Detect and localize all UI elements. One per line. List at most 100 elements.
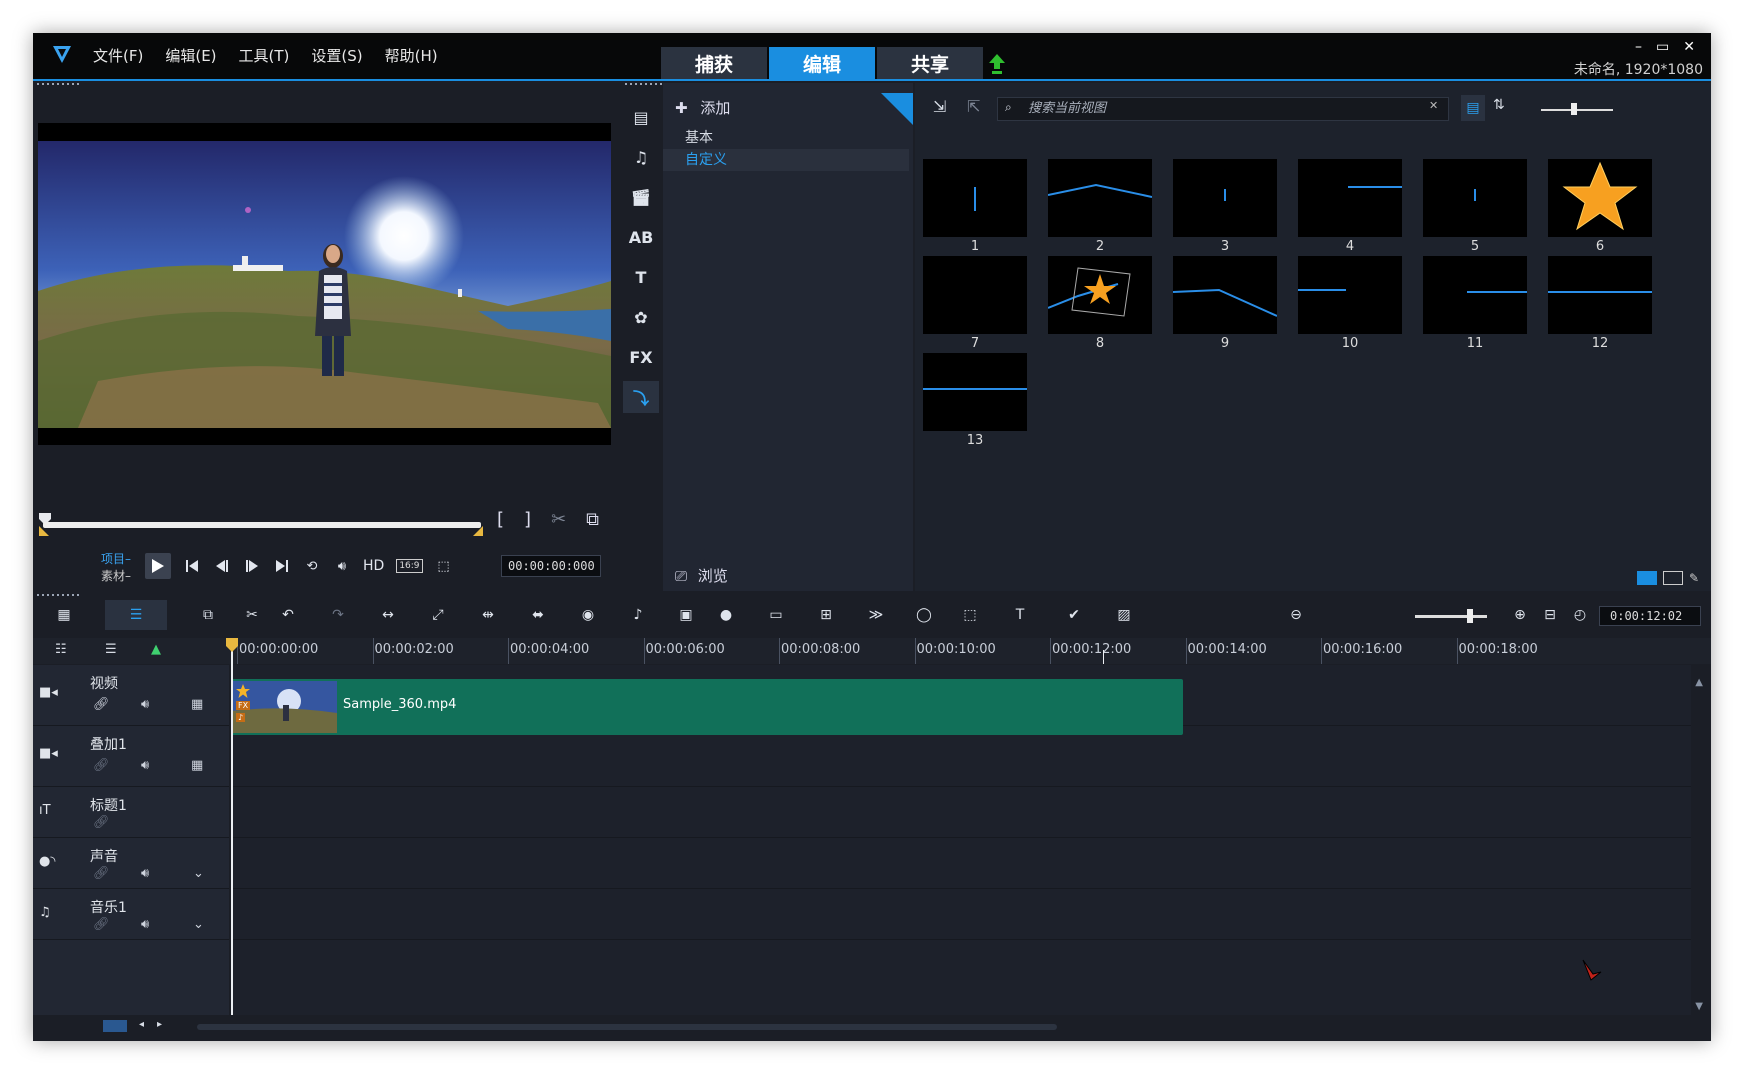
mask-icon[interactable]: ◉ <box>577 605 599 625</box>
redo-icon[interactable]: ↷ <box>327 605 349 625</box>
undo-icon[interactable]: ↶ <box>277 605 299 625</box>
thumbnail-size-slider[interactable] <box>1541 109 1613 111</box>
mute-icon[interactable]: 🔊︎ <box>141 917 149 932</box>
music-track[interactable] <box>231 889 1691 940</box>
enlarge-preview-icon[interactable]: ⧉ <box>586 509 599 530</box>
subtitle-icon[interactable]: ▭ <box>765 605 787 625</box>
rippling-icon[interactable]: ▦ <box>191 697 203 712</box>
mark-in-button[interactable]: [ <box>497 509 504 530</box>
video-mask-icon[interactable]: ✔ <box>1063 605 1085 625</box>
path-thumbnail[interactable]: 13 <box>917 347 1041 453</box>
ripple-edit-icon[interactable]: ▲ <box>151 642 161 657</box>
path-thumbnail[interactable]: 11 <box>1417 250 1541 356</box>
show-library-icon[interactable] <box>1637 571 1657 585</box>
storyboard-view-icon[interactable]: ▦ <box>53 605 75 625</box>
split-screen-icon[interactable]: ⬚ <box>959 605 981 625</box>
pin-panel-icon[interactable] <box>881 93 913 125</box>
path-thumbnail[interactable]: 7 <box>917 250 1041 356</box>
mark-out-button[interactable]: ] <box>524 509 531 530</box>
play-button[interactable] <box>145 553 171 579</box>
scroll-up-arrow[interactable]: ▲ <box>1695 677 1703 688</box>
player-timecode[interactable]: 00:00:00:000 <box>501 555 601 577</box>
playhead[interactable] <box>231 638 233 1040</box>
3d-title-icon[interactable]: T <box>1009 605 1031 625</box>
path-thumbnail[interactable]: 10 <box>1292 250 1416 356</box>
previous-frame-button[interactable] <box>213 557 231 575</box>
clip-mode-label[interactable]: 素材– <box>101 568 131 585</box>
path-thumbnail[interactable]: 8 <box>1042 250 1166 356</box>
trim-icon[interactable]: ⬌ <box>527 605 549 625</box>
aspect-ratio-button[interactable]: 16:9 <box>396 559 423 573</box>
go-to-end-button[interactable] <box>273 557 291 575</box>
menu-tools[interactable]: 工具(T) <box>239 45 290 66</box>
title-ab-icon[interactable]: AB <box>629 225 654 249</box>
sort-icon[interactable]: ⇅ <box>1493 97 1505 113</box>
instant-project-icon[interactable]: ♫ <box>629 145 653 169</box>
close-button[interactable]: ✕ <box>1683 39 1695 55</box>
path-thumbnail[interactable]: 1 <box>917 153 1041 259</box>
scroll-left-arrow[interactable]: ◂ <box>139 1019 144 1030</box>
split-icon[interactable]: ⇹ <box>477 605 499 625</box>
browse-button[interactable]: ⎚ 浏览 <box>675 565 728 586</box>
chapter-icon[interactable]: ☰ <box>105 642 117 657</box>
add-folder-button[interactable]: ✚ 添加 <box>675 97 730 118</box>
pan-zoom-icon[interactable]: ▨ <box>1113 605 1135 625</box>
category-basic[interactable]: 基本 <box>663 127 909 149</box>
title-t-icon[interactable]: T <box>629 265 653 289</box>
audio-ducking-icon[interactable]: ♪ <box>627 605 649 625</box>
record-screen-icon[interactable]: ⤢ <box>427 605 449 625</box>
clear-search-icon[interactable]: ✕ <box>1429 99 1438 112</box>
graphics-icon[interactable]: ✿ <box>629 305 653 329</box>
rippling-icon[interactable]: ▦ <box>191 758 203 773</box>
import-icon[interactable]: ⇲ <box>933 97 946 116</box>
path-thumbnail[interactable]: 3 <box>1167 153 1291 259</box>
list-view-icon[interactable]: ▤ <box>1461 95 1485 121</box>
overlay-track[interactable] <box>231 726 1691 787</box>
speed-icon[interactable]: ≫ <box>865 605 887 625</box>
360-video-icon[interactable]: ◯ <box>913 605 935 625</box>
tab-capture[interactable]: 捕获 <box>661 47 767 79</box>
path-thumbnail[interactable]: 4 <box>1292 153 1416 259</box>
multi-camera-icon[interactable]: ⊞ <box>815 605 837 625</box>
tools-icon[interactable]: ✂ <box>241 605 263 625</box>
minimize-button[interactable]: – <box>1635 39 1642 55</box>
panel-grip[interactable] <box>625 83 665 85</box>
copy-clip-icon[interactable]: ⧉ <box>197 605 219 625</box>
color-grading-icon[interactable]: ● <box>715 605 737 625</box>
repeat-button[interactable]: ⟲ <box>303 557 321 575</box>
title-track[interactable] <box>231 787 1691 838</box>
export-icon[interactable]: ⇱ <box>967 97 980 116</box>
volume-button[interactable]: 🔊︎ <box>333 557 351 575</box>
playhead-handle-icon[interactable] <box>226 638 238 652</box>
next-frame-button[interactable] <box>243 557 261 575</box>
mute-icon[interactable]: 🔊︎ <box>141 866 149 881</box>
zoom-out-icon[interactable]: ⊖ <box>1285 605 1307 625</box>
timeline-zoom-knob[interactable] <box>1467 609 1473 623</box>
menu-edit[interactable]: 编辑(E) <box>165 45 216 66</box>
hd-preview-button[interactable]: HD <box>363 558 384 574</box>
horizontal-scrollbar[interactable] <box>197 1024 1057 1030</box>
path-thumbnail[interactable]: 5 <box>1417 153 1541 259</box>
tab-edit[interactable]: 编辑 <box>769 47 875 79</box>
path-thumbnail[interactable]: 9 <box>1167 250 1291 356</box>
crop-tool-icon[interactable]: ⬚ <box>435 557 453 575</box>
restore-button[interactable]: ▭ <box>1656 39 1669 55</box>
mute-icon[interactable]: 🔊︎ <box>141 758 149 773</box>
menu-help[interactable]: 帮助(H) <box>385 45 438 66</box>
scroll-down-arrow[interactable]: ▼ <box>1695 1001 1703 1012</box>
scrubber-bar[interactable] <box>43 522 481 528</box>
project-mode-label[interactable]: 项目– <box>101 551 131 568</box>
thumbnail-size-knob[interactable] <box>1571 103 1577 115</box>
video-clip[interactable]: FX ♪ Sample_360.mp4 <box>231 679 1183 735</box>
link-icon[interactable]: 🔗︎ <box>93 917 110 932</box>
menu-file[interactable]: 文件(F) <box>93 45 143 66</box>
tab-share[interactable]: 共享 <box>877 47 983 79</box>
mute-icon[interactable]: 🔊︎ <box>141 697 149 712</box>
transition-icon[interactable]: 🎬︎ <box>629 185 653 209</box>
track-manager-icon[interactable]: ☷ <box>55 642 67 657</box>
project-clip-toggle[interactable]: 项目– 素材– <box>101 551 131 585</box>
link-icon[interactable]: 🔗︎ <box>93 697 110 712</box>
motion-tracking-icon[interactable]: ▣ <box>675 605 697 625</box>
upload-arrow-icon[interactable] <box>988 53 1006 75</box>
filter-fx-icon[interactable]: FX <box>629 345 653 369</box>
